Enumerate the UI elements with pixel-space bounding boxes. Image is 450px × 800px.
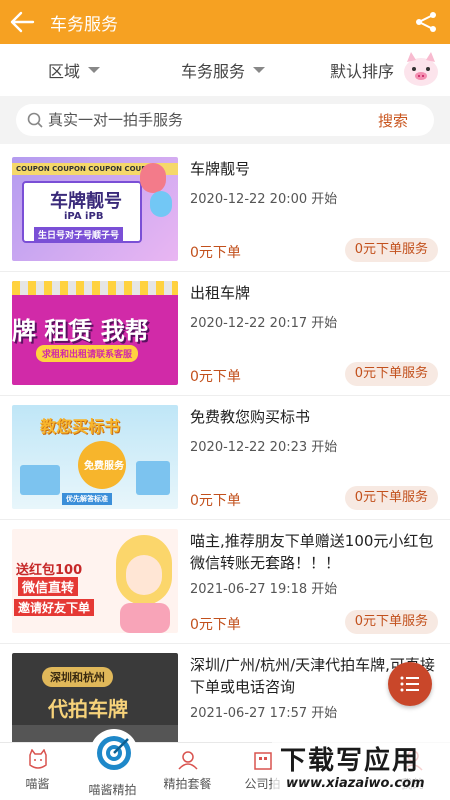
watermark: 下载写应用 www.xiazaiwo.com bbox=[272, 738, 450, 800]
service-list: COUPON COUPON COUPON COUPON 车牌靓号 iPA iPB… bbox=[0, 148, 450, 764]
filter-service-label: 车务服务 bbox=[181, 62, 246, 81]
watermark-title: 下载写应用 bbox=[280, 746, 421, 776]
item-date: 2021-06-27 17:57 开始 bbox=[190, 706, 338, 721]
building-icon bbox=[253, 752, 272, 770]
thumb-title: 车牌靓号 bbox=[50, 191, 122, 212]
tab-featured[interactable]: 喵酱精拍 bbox=[75, 729, 150, 800]
floating-menu-button[interactable] bbox=[388, 662, 432, 706]
search-button[interactable]: 搜索 bbox=[378, 110, 408, 131]
cat-icon bbox=[28, 749, 47, 769]
filter-region-label: 区域 bbox=[48, 62, 81, 81]
item-date: 2020-12-22 20:23 开始 bbox=[190, 440, 338, 455]
thumb-caption: 求租和出租请联系客服 bbox=[36, 345, 139, 362]
item-price: 0元下单 bbox=[190, 245, 241, 261]
caret-down-icon bbox=[253, 67, 266, 73]
target-icon bbox=[90, 729, 138, 777]
service-badge[interactable]: 0元下单服务 bbox=[344, 486, 438, 510]
package-icon bbox=[177, 751, 198, 770]
tab-home[interactable]: 喵酱 bbox=[0, 743, 75, 800]
filter-sort-label: 默认排序 bbox=[330, 62, 395, 81]
service-badge[interactable]: 0元下单服务 bbox=[344, 610, 438, 634]
tab-featured-label: 喵酱精拍 bbox=[88, 783, 137, 797]
item-date: 2020-12-22 20:17 开始 bbox=[190, 316, 338, 331]
item-title: 车牌靓号 bbox=[190, 160, 251, 178]
item-price: 0元下单 bbox=[190, 369, 241, 385]
app-header: 车务服务 bbox=[0, 0, 450, 44]
tab-home-label: 喵酱 bbox=[25, 777, 50, 791]
back-arrow-icon[interactable] bbox=[0, 0, 44, 44]
item-price: 0元下单 bbox=[190, 493, 241, 509]
thumb-title: 教您买标书 bbox=[40, 417, 121, 436]
thumb-title: 代拍车牌 bbox=[48, 697, 128, 721]
page-title: 车务服务 bbox=[50, 14, 118, 35]
item-thumbnail: 送红包100 微信直转 邀请好友下单 bbox=[12, 529, 178, 633]
pig-mascot-icon bbox=[400, 48, 442, 90]
watermark-url: www.xiazaiwo.com bbox=[286, 776, 425, 791]
item-price: 0元下单 bbox=[190, 617, 241, 633]
service-badge[interactable]: 0元下单服务 bbox=[344, 238, 438, 262]
item-title: 出租车牌 bbox=[190, 284, 251, 302]
item-title: 免费教您购买标书 bbox=[190, 408, 311, 426]
item-date: 2021-06-27 19:18 开始 bbox=[190, 582, 338, 597]
item-thumbnail: 牌 租赁 我帮 求租和出租请联系客服 bbox=[12, 281, 178, 385]
list-item[interactable]: 牌 租赁 我帮 求租和出租请联系客服 出租车牌 2020-12-22 20:17… bbox=[0, 272, 450, 396]
item-date: 2020-12-22 20:00 开始 bbox=[190, 192, 338, 207]
thumb-title: 牌 租赁 我帮 bbox=[12, 317, 149, 345]
thumb-subtitle: iPA iPB bbox=[64, 211, 104, 222]
search-area: 搜索 bbox=[0, 96, 450, 144]
item-title: 喵主,推荐朋友下单赠送100元小红包微信转账无套路！！！ bbox=[190, 532, 434, 572]
thumb-caption: 深圳和杭州 bbox=[42, 667, 113, 687]
thumb-caption: 生日号对子号顺子号 bbox=[34, 227, 124, 242]
share-icon[interactable] bbox=[412, 8, 440, 36]
filter-service[interactable]: 车务服务 bbox=[181, 58, 266, 82]
search-icon bbox=[26, 111, 44, 129]
thumb-subtitle: 微信直转 bbox=[18, 577, 79, 596]
search-box: 搜索 bbox=[16, 104, 434, 136]
list-icon bbox=[400, 676, 419, 692]
service-badge[interactable]: 0元下单服务 bbox=[344, 362, 438, 386]
search-input[interactable] bbox=[48, 111, 348, 129]
list-item[interactable]: 送红包100 微信直转 邀请好友下单 喵主,推荐朋友下单赠送100元小红包微信转… bbox=[0, 520, 450, 644]
thumb-caption: 邀请好友下单 bbox=[14, 599, 95, 616]
tab-package-label: 精拍套餐 bbox=[163, 777, 212, 791]
filter-region[interactable]: 区域 bbox=[48, 58, 101, 82]
item-thumbnail: COUPON COUPON COUPON COUPON 车牌靓号 iPA iPB… bbox=[12, 157, 178, 261]
tab-package[interactable]: 精拍套餐 bbox=[150, 743, 225, 800]
caret-down-icon bbox=[88, 67, 101, 73]
thumb-title: 送红包100 bbox=[16, 563, 83, 578]
list-item[interactable]: COUPON COUPON COUPON COUPON 车牌靓号 iPA iPB… bbox=[0, 148, 450, 272]
filter-sort[interactable]: 默认排序 bbox=[330, 58, 394, 82]
list-item[interactable]: 教您买标书 免费服务 优先解答标准 免费教您购买标书 2020-12-22 20… bbox=[0, 396, 450, 520]
thumb-caption: 优先解答标准 bbox=[62, 493, 112, 505]
item-thumbnail: 教您买标书 免费服务 优先解答标准 bbox=[12, 405, 178, 509]
filter-bar: 区域 车务服务 默认排序 bbox=[0, 44, 450, 96]
thumb-badge-text: 免费服务 bbox=[84, 461, 124, 472]
